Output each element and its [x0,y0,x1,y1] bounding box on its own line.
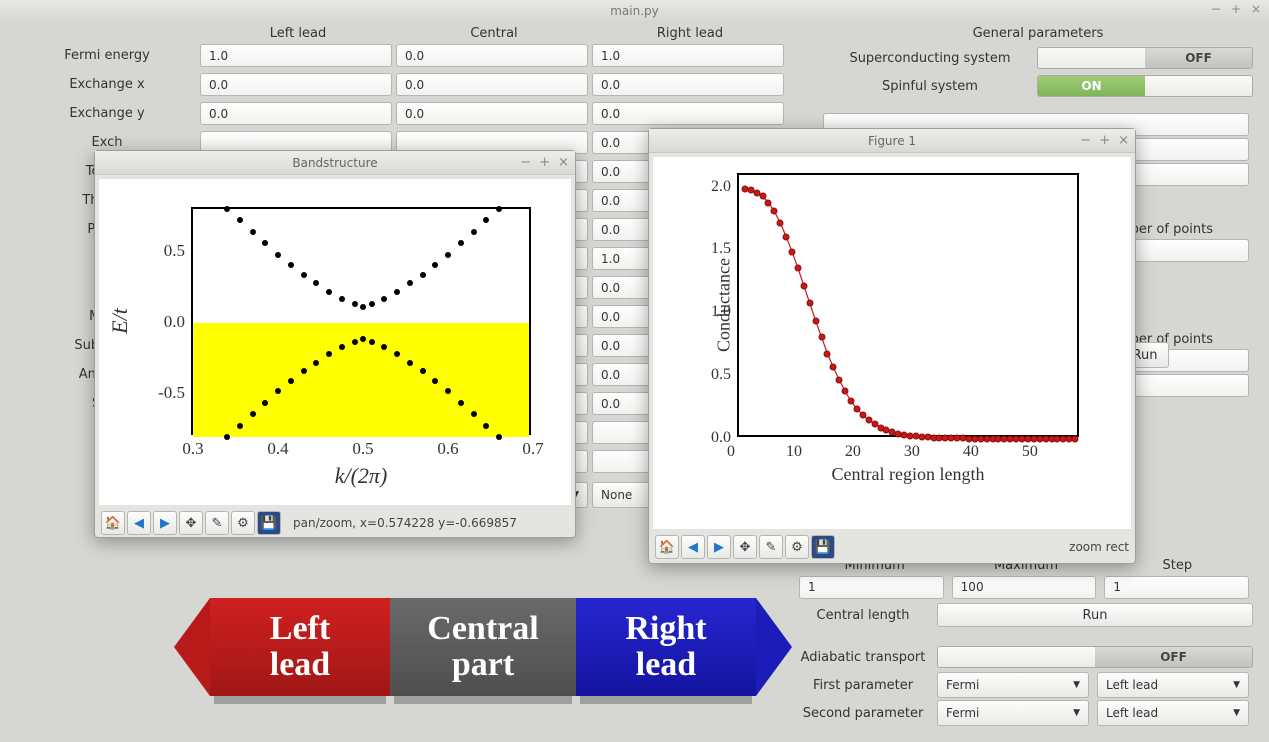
param-input[interactable]: 1.0 [200,44,392,67]
param-input[interactable]: 0.0 [200,102,392,125]
forward-icon[interactable]: ▶ [153,511,177,535]
zoom-icon[interactable]: ✎ [205,511,229,535]
conductance-plot: Conductance Central region length 0.00.5… [653,157,1131,529]
param-input[interactable]: 0.0 [200,73,392,96]
param-input[interactable]: 0.0 [396,44,588,67]
save-icon[interactable]: 💾 [811,535,835,559]
bandstructure-titlebar[interactable]: Bandstructure − + × [95,151,575,175]
second-param-select-b[interactable]: Left lead▼ [1097,700,1249,726]
superconducting-toggle[interactable]: OFF [1037,47,1253,69]
figure-1-titlebar[interactable]: Figure 1 − + × [649,129,1135,153]
central-length-panel: Minimum Maximum Step 1 100 1 Central len… [793,558,1253,727]
param-input[interactable]: 0.0 [592,102,784,125]
home-icon[interactable]: 🏠 [101,511,125,535]
figure-1-status: zoom rect [1069,540,1129,554]
first-param-select-a[interactable]: Fermi▼ [937,672,1089,698]
adiabatic-label: Adiabatic transport [793,650,933,665]
col-right: Right lead [592,26,788,41]
cond-xlabel: Central region length [832,464,985,485]
config-icon[interactable]: ⚙ [231,511,255,535]
back-icon[interactable]: ◀ [127,511,151,535]
param-input[interactable]: 1.0 [592,44,784,67]
figure-1-title: Figure 1 [868,134,916,148]
chevron-down-icon: ▼ [1073,680,1080,690]
back-icon[interactable]: ◀ [681,535,705,559]
step-input[interactable]: 1 [1104,576,1249,599]
spinful-toggle[interactable]: ON [1037,75,1253,97]
pan-icon[interactable]: ✥ [733,535,757,559]
param-input[interactable]: 0.0 [396,73,588,96]
central-length-label: Central length [793,608,933,623]
close-icon[interactable]: × [558,155,569,170]
band-plot: E/t k/(2π) -0.50.00.50.30.40.50.60.7 [99,179,571,505]
pan-icon[interactable]: ✥ [179,511,203,535]
chevron-down-icon: ▼ [1073,708,1080,718]
band-xlabel: k/(2π) [335,463,388,489]
main-titlebar: main.py − + × [0,0,1269,22]
diagram-right-lead: Rightlead [576,598,756,696]
first-param-label: First parameter [793,678,933,693]
diagram-central-part: Centralpart [390,598,576,696]
maximize-icon[interactable]: + [1231,2,1241,16]
minimize-icon[interactable]: − [1211,2,1221,16]
first-param-select-b[interactable]: Left lead▼ [1097,672,1249,698]
bandstructure-title: Bandstructure [292,156,377,170]
main-title: main.py [610,4,659,18]
lead-diagram: Leftlead Centralpart Rightlead [210,592,780,702]
diagram-left-lead: Leftlead [210,598,390,696]
second-param-label: Second parameter [793,706,933,721]
chevron-down-icon: ▼ [1233,680,1240,690]
param-label: Exch [20,135,200,150]
config-icon[interactable]: ⚙ [785,535,809,559]
param-label: Fermi energy [20,48,200,63]
chevron-down-icon: ▼ [1233,708,1240,718]
second-param-select-a[interactable]: Fermi▼ [937,700,1089,726]
param-input[interactable]: 0.0 [396,102,588,125]
adiabatic-toggle[interactable]: OFF [937,646,1253,668]
forward-icon[interactable]: ▶ [707,535,731,559]
param-label: Exchange x [20,77,200,92]
close-icon[interactable]: × [1118,133,1129,148]
minimize-icon[interactable]: − [1080,133,1091,148]
save-icon[interactable]: 💾 [257,511,281,535]
bandstructure-toolbar: 🏠 ◀ ▶ ✥ ✎ ⚙ 💾 pan/zoom, x=0.574228 y=-0.… [95,509,575,537]
run-button-2[interactable]: Run [937,603,1253,627]
general-params-title: General parameters [823,26,1253,41]
col-central: Central [396,26,592,41]
bandstructure-status: pan/zoom, x=0.574228 y=-0.669857 [293,516,569,530]
close-icon[interactable]: × [1251,2,1261,16]
figure-1-toolbar: 🏠 ◀ ▶ ✥ ✎ ⚙ 💾 zoom rect [649,533,1135,561]
param-label: Exchange y [20,106,200,121]
bandstructure-window[interactable]: Bandstructure − + × E/t k/(2π) -0.50.00.… [94,150,576,538]
max-input[interactable]: 100 [952,576,1097,599]
col-left: Left lead [200,26,396,41]
band-ylabel: E/t [107,308,133,334]
param-input[interactable]: 0.0 [592,73,784,96]
spinful-label: Spinful system [823,79,1037,94]
maximize-icon[interactable]: + [1099,133,1110,148]
zoom-icon[interactable]: ✎ [759,535,783,559]
home-icon[interactable]: 🏠 [655,535,679,559]
min-input[interactable]: 1 [799,576,944,599]
superconducting-label: Superconducting system [823,51,1037,66]
maximize-icon[interactable]: + [539,155,550,170]
figure-1-window[interactable]: Figure 1 − + × Conductance Central regio… [648,128,1136,564]
minimize-icon[interactable]: − [520,155,531,170]
